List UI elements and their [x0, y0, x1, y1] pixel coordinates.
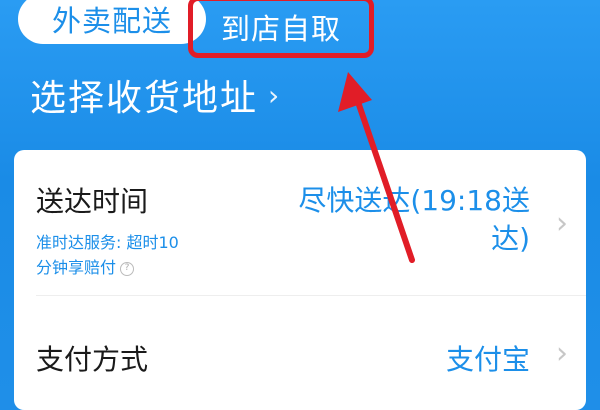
payment-method-value: 支付宝: [445, 343, 530, 376]
order-card: 送达时间 准时达服务: 超时10 分钟享赔付? 尽快送达(19:18送达) › …: [14, 150, 586, 410]
delivery-time-label: 送达时间: [36, 185, 149, 218]
tab-delivery[interactable]: 外卖配送: [18, 0, 206, 44]
delivery-time-row[interactable]: 送达时间 准时达服务: 超时10 分钟享赔付? 尽快送达(19:18送达) ›: [14, 150, 586, 295]
chevron-right-icon: ›: [556, 336, 568, 371]
on-time-note-line1: 准时达服务: 超时10: [36, 233, 179, 252]
chevron-right-icon: ›: [268, 78, 280, 112]
on-time-service-note: 准时达服务: 超时10 分钟享赔付?: [36, 230, 256, 280]
tab-pickup-label: 到店自取: [220, 12, 341, 46]
question-circle-icon[interactable]: ?: [120, 261, 135, 276]
payment-method-row[interactable]: 支付方式 支付宝 ›: [14, 296, 586, 406]
on-time-note-line2: 分钟享赔付: [36, 258, 117, 277]
address-title: 选择收货地址: [30, 78, 259, 119]
delivery-time-value: 尽快送达(19:18送达): [298, 184, 530, 255]
chevron-right-icon: ›: [556, 206, 568, 241]
tab-delivery-label: 外卖配送: [51, 4, 172, 38]
payment-method-label: 支付方式: [36, 343, 149, 376]
address-selector[interactable]: 选择收货地址 ›: [30, 70, 279, 120]
tab-pickup[interactable]: 到店自取: [188, 0, 374, 58]
